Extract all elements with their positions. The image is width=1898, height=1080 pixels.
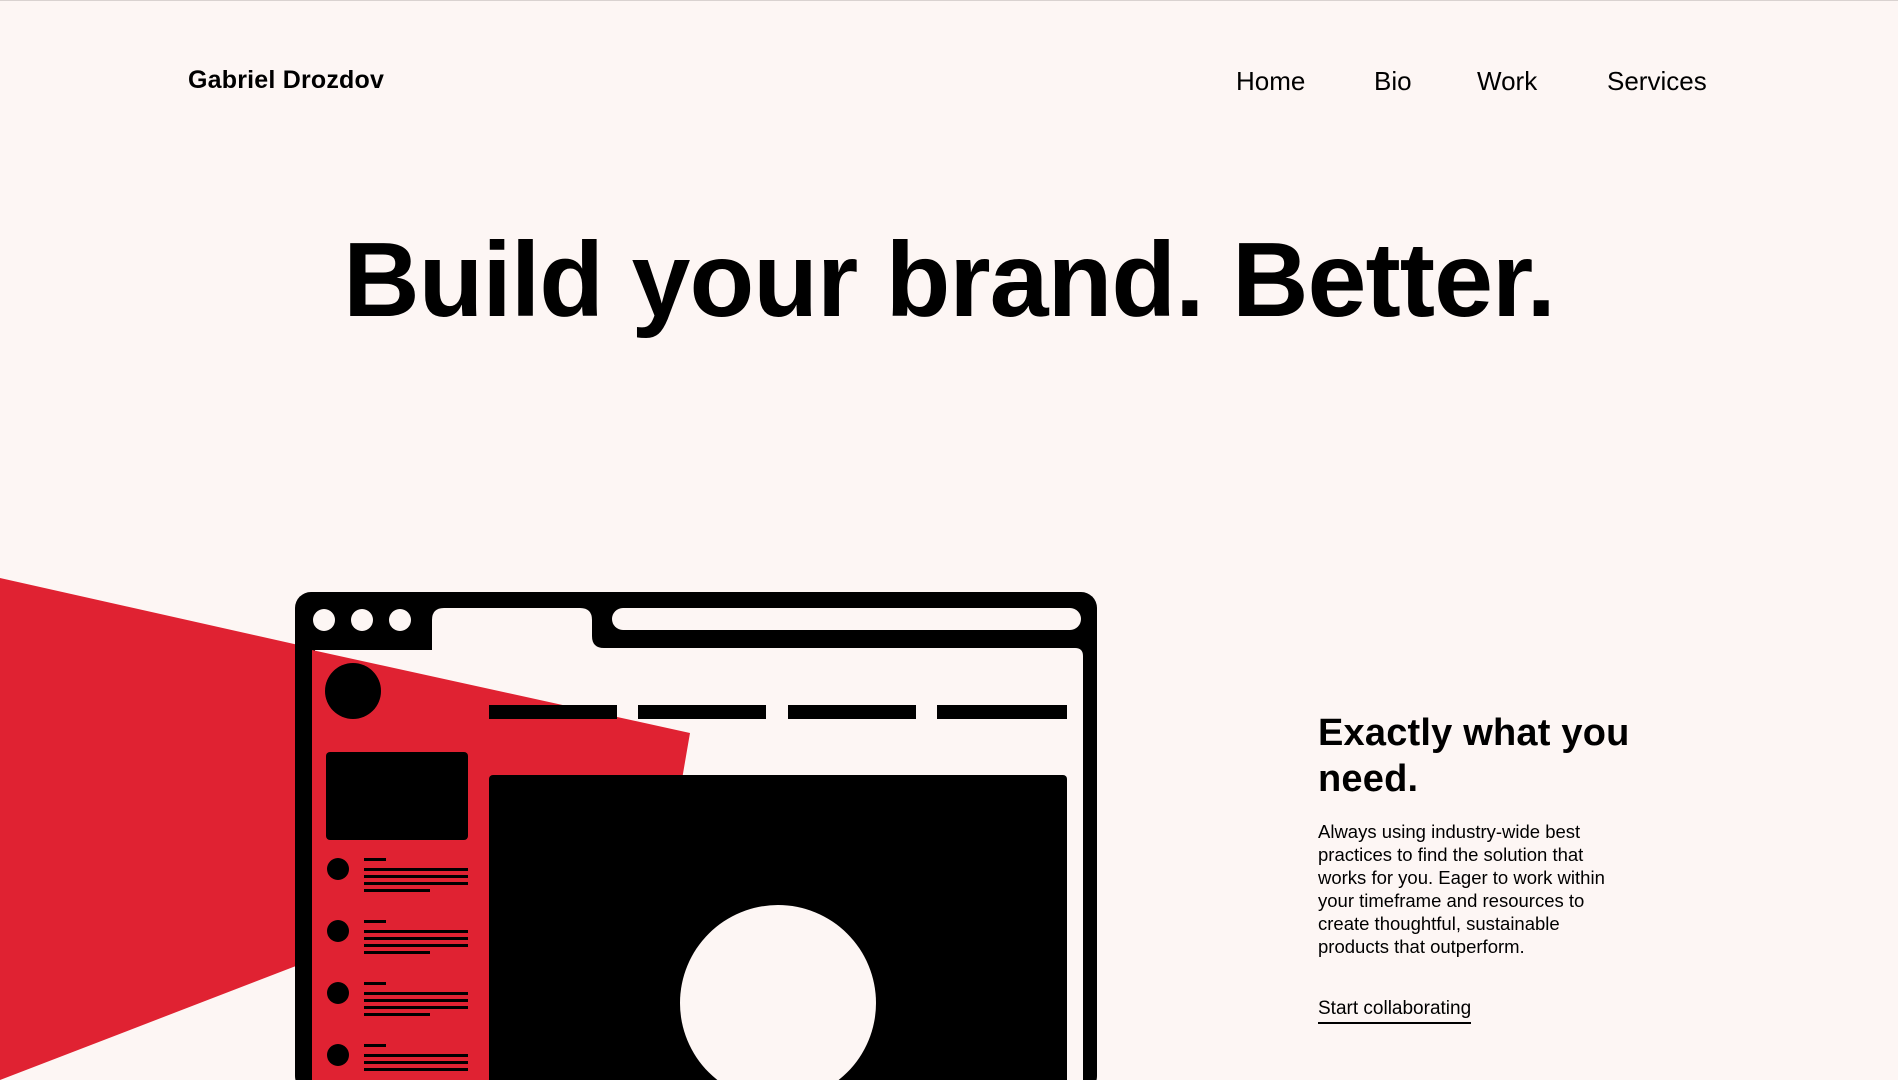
window-dot	[351, 609, 373, 631]
feature-body: Always using industry-wide best practice…	[1318, 821, 1605, 957]
hero-title: Build your brand. Better.	[343, 221, 1556, 339]
nav-home[interactable]: Home	[1236, 66, 1305, 97]
top-border	[0, 0, 1898, 1]
browser-illustration	[0, 578, 1097, 1080]
window-dot	[313, 609, 335, 631]
main-nav: Home Bio Work Services	[0, 66, 1898, 100]
nav-work[interactable]: Work	[1477, 66, 1537, 97]
sidebar-block	[326, 752, 468, 840]
window-dot	[389, 609, 411, 631]
feature-title: Exactly what you need.	[1318, 712, 1630, 801]
address-bar	[612, 608, 1081, 630]
avatar-circle	[325, 663, 381, 719]
nav-bio[interactable]: Bio	[1374, 66, 1412, 97]
start-collaborating-link[interactable]: Start collaborating	[1318, 998, 1472, 1024]
nav-services[interactable]: Services	[1607, 66, 1707, 97]
